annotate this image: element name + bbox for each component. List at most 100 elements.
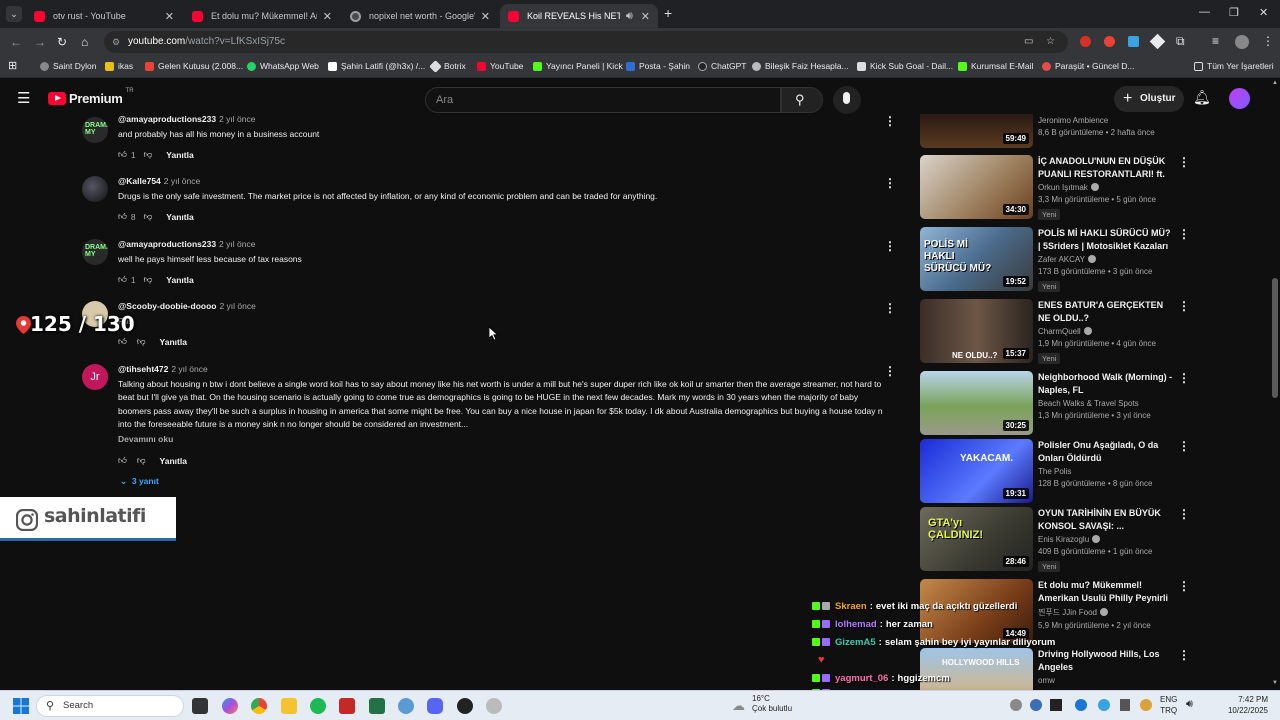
notifications-bell-icon[interactable]: 🔔︎ xyxy=(1193,89,1211,106)
more-options-icon[interactable]: ⋮ xyxy=(884,364,896,378)
all-bookmarks-folder[interactable]: Tüm Yer İşaretleri xyxy=(1194,61,1274,71)
like-icon[interactable]: 👍︎ xyxy=(118,336,127,347)
windows-start-icon[interactable] xyxy=(13,698,29,714)
recommended-video[interactable]: POLİS Mİ HAKLI SÜRÜCÜ MÜ? 19:52 POLİS Mİ HA… xyxy=(920,227,1200,292)
url-bar[interactable]: ⚙ youtube.com/watch?v=LfKSxISj75c ▭ ☆ xyxy=(104,31,1068,53)
bookmark-item[interactable]: Paraşüt • Güncel D... xyxy=(1042,61,1135,71)
like-icon[interactable]: 👍︎ xyxy=(118,455,127,466)
bookmark-item[interactable]: Gelen Kutusu (2.008... xyxy=(145,61,243,71)
recommended-video[interactable]: GTA'yı ÇALDINIZ! 28:46 OYUN TARİHİNİN EN B… xyxy=(920,507,1200,572)
apps-grid-icon[interactable]: ⊞ xyxy=(8,59,17,72)
extension-icon[interactable] xyxy=(1104,36,1115,47)
tab-search-chevron-icon[interactable]: ⌄ xyxy=(6,6,22,22)
tray-icon[interactable] xyxy=(1098,699,1110,711)
like-icon[interactable]: 👍︎ xyxy=(118,274,127,285)
more-options-icon[interactable]: ⋮ xyxy=(1178,439,1190,453)
avatar[interactable]: DRAMAMY xyxy=(82,239,108,265)
video-thumbnail[interactable]: NE OLDU..? 15:37 xyxy=(920,299,1033,363)
more-options-icon[interactable]: ⋮ xyxy=(1178,155,1190,169)
like-icon[interactable]: 👍︎ xyxy=(118,149,127,160)
avatar[interactable]: DRAMAMY xyxy=(82,117,108,143)
spotify-icon[interactable] xyxy=(310,698,326,714)
tab-koil-reveals[interactable]: Koil REVEALS His NET WOR 🔊︎ ✕ xyxy=(500,4,658,28)
reply-button[interactable]: Yanıtla xyxy=(166,212,193,222)
scrollbar-thumb[interactable] xyxy=(1272,278,1278,398)
close-icon[interactable]: ✕ xyxy=(323,10,332,23)
video-title[interactable]: Polisler Onu Aşağıladı, O da Onları Öldü… xyxy=(1038,439,1173,464)
forward-arrow-icon[interactable]: → xyxy=(34,35,46,49)
video-channel[interactable]: Zafer AKCAY xyxy=(1038,255,1085,264)
video-channel[interactable]: Orkun Işıtmak xyxy=(1038,183,1088,192)
voice-search-button[interactable] xyxy=(833,86,861,114)
task-view-icon[interactable] xyxy=(192,698,208,714)
discord-icon[interactable] xyxy=(427,698,443,714)
tray-icon[interactable] xyxy=(1140,699,1152,711)
avatar[interactable] xyxy=(82,176,108,202)
window-close-icon[interactable]: ✕ xyxy=(1259,6,1268,19)
extension-icon[interactable] xyxy=(1128,36,1139,47)
copilot-icon[interactable] xyxy=(222,698,238,714)
video-channel[interactable]: CharmQuell xyxy=(1038,327,1081,336)
cast-icon[interactable]: ▭ xyxy=(1024,31,1033,53)
site-info-icon[interactable]: ⚙ xyxy=(112,31,120,53)
excel-icon[interactable] xyxy=(369,698,385,714)
video-thumbnail[interactable]: GTA'yı ÇALDINIZ! 28:46 xyxy=(920,507,1033,571)
recommended-video[interactable]: 59:49 Jeronimo Ambience 8,6 B görüntüleme… xyxy=(920,114,1200,148)
extensions-puzzle-icon[interactable]: ⧉ xyxy=(1176,34,1185,49)
search-button[interactable]: ⚲ xyxy=(781,87,823,113)
bookmark-item[interactable]: Saint Dylon xyxy=(40,61,96,71)
more-options-icon[interactable]: ⋮ xyxy=(1178,579,1190,593)
comment-date[interactable]: 2 yıl önce xyxy=(219,239,255,249)
tab-google-search[interactable]: nopixel net worth - Google'da a ✕ xyxy=(342,4,498,28)
avatar[interactable]: Jr xyxy=(82,364,108,390)
weather-widget[interactable]: 16°C Çok bulutlu xyxy=(752,694,792,714)
bookmark-item[interactable]: Bileşik Faiz Hesapla... xyxy=(752,61,849,71)
video-thumbnail[interactable]: POLİS Mİ HAKLI SÜRÜCÜ MÜ? 19:52 xyxy=(920,227,1033,291)
comment-author[interactable]: @tihseht472 xyxy=(118,364,168,374)
language-switcher[interactable]: ENG TRQ xyxy=(1160,694,1177,716)
bookmark-item[interactable]: YouTube xyxy=(477,61,523,71)
close-icon[interactable]: ✕ xyxy=(641,10,650,23)
comment-author[interactable]: @Kalle754 xyxy=(118,176,161,186)
more-options-icon[interactable]: ⋮ xyxy=(1178,227,1190,241)
scroll-down-icon[interactable]: ▼ xyxy=(1272,680,1278,686)
obs-icon[interactable] xyxy=(457,698,473,714)
minimize-icon[interactable]: — xyxy=(1199,6,1210,18)
video-channel[interactable]: Jeronimo Ambience xyxy=(1038,116,1173,125)
video-title[interactable]: OYUN TARİHİNİN EN BÜYÜK KONSOL SAVAŞI: .… xyxy=(1038,507,1173,532)
more-options-icon[interactable]: ⋮ xyxy=(884,239,896,253)
hamburger-menu-icon[interactable]: ☰ xyxy=(17,89,30,107)
video-thumbnail[interactable]: 59:49 xyxy=(920,114,1033,148)
scroll-up-icon[interactable]: ▲ xyxy=(1272,80,1278,86)
tray-icon[interactable] xyxy=(1010,699,1022,711)
system-clock[interactable]: 7:42 PM 10/22/2025 xyxy=(1196,694,1268,716)
reply-button[interactable]: Yanıtla xyxy=(160,337,187,347)
video-channel[interactable]: Enis Kirazoglu xyxy=(1038,535,1089,544)
app-icon[interactable] xyxy=(486,698,502,714)
tray-icon[interactable] xyxy=(1075,699,1087,711)
recommended-video[interactable]: NE OLDU..? 15:37 ENES BATUR'A GERÇEKTEN N… xyxy=(920,299,1200,364)
tray-icon[interactable] xyxy=(1120,699,1130,711)
app-icon[interactable] xyxy=(339,698,355,714)
reply-button[interactable]: Yanıtla xyxy=(166,275,193,285)
video-title[interactable]: POLİS Mİ HAKLI SÜRÜCÜ MÜ? | 5Sriders | M… xyxy=(1038,227,1173,252)
back-arrow-icon[interactable]: ← xyxy=(10,35,22,49)
tab-et-dolu[interactable]: Et dolu mu? Mükemmel! Amer ✕ xyxy=(184,4,340,28)
account-avatar[interactable] xyxy=(1229,88,1250,109)
recommended-video[interactable]: 30:25 Neighborhood Walk (Morning) - Napl… xyxy=(920,371,1200,435)
more-options-icon[interactable]: ⋮ xyxy=(1178,507,1190,521)
app-icon[interactable] xyxy=(398,698,414,714)
chrome-icon[interactable] xyxy=(251,698,267,714)
dislike-icon[interactable]: 👎︎ xyxy=(137,336,146,347)
more-options-icon[interactable]: ⋮ xyxy=(1178,371,1190,385)
comment-date[interactable]: 2 yıl önce xyxy=(219,114,255,124)
tab-otv-rust[interactable]: otv rust - YouTube ✕ xyxy=(26,4,182,28)
comment-date[interactable]: 2 yıl önce xyxy=(219,301,255,311)
comment-author[interactable]: @amayaproductions233 xyxy=(118,114,216,124)
bookmark-star-icon[interactable]: ☆ xyxy=(1046,31,1055,53)
video-thumbnail[interactable]: 34:30 xyxy=(920,155,1033,219)
tray-icon[interactable] xyxy=(1050,699,1062,711)
bookmark-item[interactable]: Yayıncı Paneli | Kick xyxy=(533,61,623,71)
chrome-menu-icon[interactable]: ⋮ xyxy=(1262,34,1274,48)
bookmark-item[interactable]: ChatGPT xyxy=(698,61,746,71)
